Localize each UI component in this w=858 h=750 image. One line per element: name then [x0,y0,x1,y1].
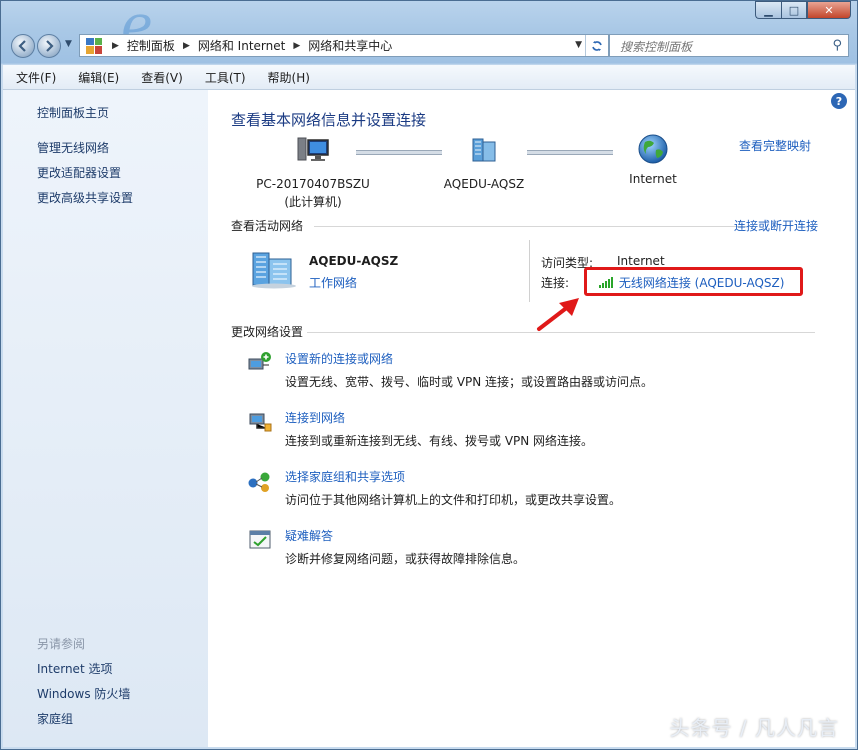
forward-arrow-icon [46,40,54,52]
vertical-divider [529,240,530,302]
globe-icon [638,134,668,164]
window-controls: ▁ □ ✕ [755,1,851,21]
forward-button[interactable] [37,34,61,58]
sidebar: 控制面板主页 管理无线网络 更改适配器设置 更改高级共享设置 另请参阅 Inte… [3,90,208,747]
breadcrumb-control-panel[interactable]: 控制面板 [127,37,175,54]
active-networks-heading: 查看活动网络 [231,219,304,233]
breadcrumb: ▶ 控制面板 ▶ 网络和 Internet ▶ 网络和共享中心 [108,37,392,54]
breadcrumb-chevron-icon[interactable]: ▶ [183,41,190,51]
map-node-computer[interactable]: PC-20170407BSZU (此计算机) [248,136,378,210]
connect-network-icon [249,413,272,432]
network-type-link[interactable]: 工作网络 [309,274,357,291]
new-connection-link[interactable]: 设置新的连接或网络 [285,350,393,367]
sidebar-item-internet-options[interactable]: Internet 选项 [37,660,112,677]
red-arrow-icon [537,298,579,331]
connection-label: 连接: [541,276,570,290]
computer-subtitle: (此计算机) [284,195,342,209]
map-node-internet[interactable]: Internet [603,133,703,186]
sidebar-item-advanced-sharing[interactable]: 更改高级共享设置 [37,189,133,206]
menu-edit[interactable]: 编辑(E) [65,69,128,86]
page-title: 查看基本网络信息并设置连接 [231,111,427,129]
sidebar-item-homegroup[interactable]: 家庭组 [37,710,73,727]
section-divider [314,226,746,227]
search-input[interactable] [618,36,822,57]
computer-name: PC-20170407BSZU [256,177,370,191]
address-dropdown-icon[interactable]: ▼ [575,40,582,50]
sidebar-item-adapter-settings[interactable]: 更改适配器设置 [37,164,121,181]
troubleshoot-description: 诊断并修复网络问题，或获得故障排除信息。 [285,552,526,566]
highlight-box [584,267,803,296]
network-name-map: AQEDU-AQSZ [443,177,525,191]
menu-tools[interactable]: 工具(T) [192,69,255,86]
connection-row: 连接: 无线网络连接 (AQEDU-AQSZ) [541,274,784,291]
connect-network-description: 连接到或重新连接到无线、有线、拨号或 VPN 网络连接。 [285,434,594,448]
control-panel-icon [86,37,102,54]
main-content: ? 查看基本网络信息并设置连接 查看完整映射 PC-20170407BSZU (… [208,90,855,747]
new-connection-description: 设置无线、宽带、拨号、临时或 VPN 连接；或设置路由器或访问点。 [285,375,654,389]
sidebar-item-control-panel-home[interactable]: 控制面板主页 [37,104,109,121]
breadcrumb-network-internet[interactable]: 网络和 Internet [198,37,285,54]
homegroup-sharing-link[interactable]: 选择家庭组和共享选项 [285,468,405,485]
menu-view[interactable]: 查看(V) [128,69,192,86]
window: e ▁ □ ✕ ▼ ▶ 控制面板 ▶ 网络和 Internet ▶ 网络和共享中… [0,0,858,750]
refresh-icon [592,40,602,51]
see-also-heading: 另请参阅 [37,637,86,651]
recent-pages-chevron-icon[interactable]: ▼ [65,39,72,49]
section-divider [307,332,815,333]
map-node-network[interactable]: AQEDU-AQSZ [429,136,539,191]
maximize-button[interactable]: □ [781,1,807,19]
homegroup-sharing-description: 访问位于其他网络计算机上的文件和打印机，或更改共享设置。 [285,493,622,507]
breadcrumb-chevron-icon[interactable]: ▶ [112,41,119,51]
search-box[interactable]: ⚲ [609,34,849,57]
breadcrumb-chevron-icon[interactable]: ▶ [293,41,300,51]
sidebar-item-windows-firewall[interactable]: Windows 防火墙 [37,685,130,702]
change-settings-heading: 更改网络设置 [231,325,304,339]
minimize-button[interactable]: ▁ [755,1,781,19]
watermark: 头条号 / 凡人凡言 [669,716,839,740]
map-connector-line [527,150,613,155]
new-connection-icon [248,352,271,370]
access-type-value: Internet [617,254,665,268]
help-icon[interactable]: ? [831,93,847,109]
troubleshoot-icon [249,530,271,549]
active-network-name: AQEDU-AQSZ [309,254,399,268]
internet-label: Internet [629,172,677,186]
network-building-icon [252,252,296,289]
menu-file[interactable]: 文件(F) [3,69,65,86]
back-button[interactable] [11,34,35,58]
computer-icon [297,137,329,161]
breadcrumb-network-sharing-center[interactable]: 网络和共享中心 [308,37,392,54]
sidebar-item-manage-wireless[interactable]: 管理无线网络 [37,139,109,156]
full-map-link[interactable]: 查看完整映射 [739,137,811,154]
connect-network-link[interactable]: 连接到网络 [285,409,345,426]
troubleshoot-link[interactable]: 疑难解答 [285,527,333,544]
menu-help[interactable]: 帮助(H) [255,69,319,86]
refresh-button[interactable] [585,35,608,56]
homegroup-sharing-icon [248,472,270,492]
navigation-row: ▼ ▶ 控制面板 ▶ 网络和 Internet ▶ 网络和共享中心 ▼ ⚲ [9,33,849,59]
close-button[interactable]: ✕ [807,1,851,19]
search-icon[interactable]: ⚲ [832,38,842,53]
menu-bar: 文件(F) 编辑(E) 查看(V) 工具(T) 帮助(H) [3,65,855,90]
network-icon [472,138,496,162]
address-bar[interactable]: ▶ 控制面板 ▶ 网络和 Internet ▶ 网络和共享中心 ▼ [79,34,609,57]
back-arrow-icon [18,40,26,52]
connect-disconnect-link[interactable]: 连接或断开连接 [734,217,818,234]
